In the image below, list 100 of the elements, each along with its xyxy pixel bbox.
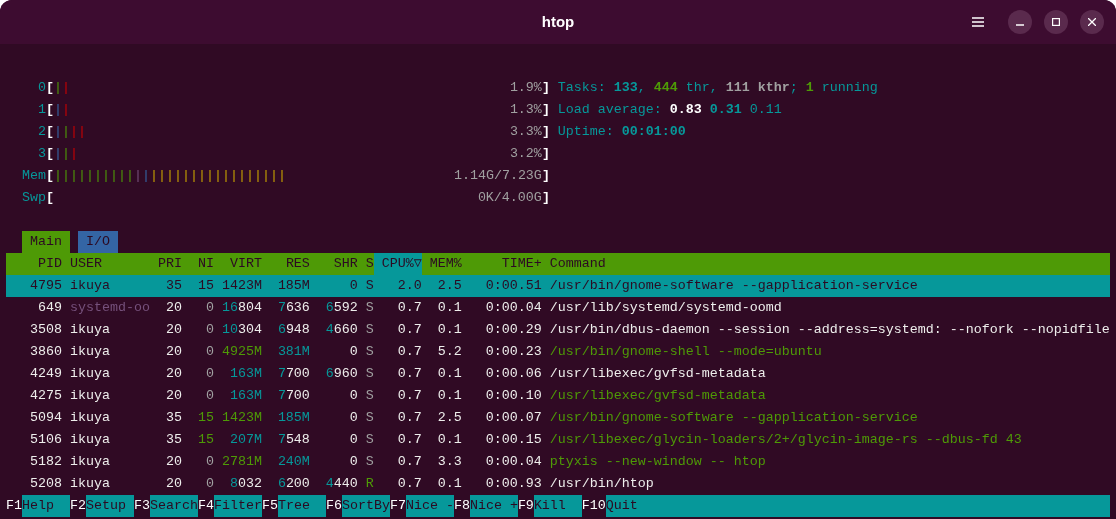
user-cell-text: ikuya (69, 387, 111, 405)
command-cell-text: /usr/lib/systemd/systemd-oomd (549, 299, 783, 317)
command-cell-text: /usr/bin/dbus-daemon --session --address=systemd: --nofork --nopidfile (549, 321, 1110, 339)
mem-cell-text: 0.1 (436, 387, 462, 405)
pid-cell-text: 5208 (29, 475, 62, 493)
minimize-button[interactable] (1008, 10, 1032, 34)
function-key-button[interactable]: Setup (86, 495, 134, 517)
user-cell-text: ikuya (69, 409, 111, 427)
tab[interactable]: Main (22, 231, 70, 253)
pid-cell-text: 3508 (29, 321, 62, 339)
pid-cell-text: 3860 (29, 343, 62, 361)
nice-cell-text: 0 (204, 321, 214, 339)
nice-cell-text: 15 (196, 431, 214, 449)
process-row[interactable]: 3860 ikuya 20 0 4925M 381M 0 S 0.7 5.2 0:00.23 /usr/bin/gnome-shell --mode=ubuntu (6, 341, 1110, 363)
function-key-button[interactable]: Search (149, 495, 198, 517)
function-key-button[interactable]: Nice + (469, 495, 518, 517)
mem-cell-text: 5.2 (436, 343, 462, 361)
shr-cell-text: 0 (348, 453, 358, 471)
shr-cell-text: 0 (348, 409, 358, 427)
column-heading[interactable]: NI (181, 253, 214, 275)
process-row[interactable]: 3508 ikuya 20 0 10304 6948 4660 S 0.7 0.1 0:00.29 /usr/bin/dbus-daemon --session --address=systemd: --nofork --nopidfile (6, 319, 1110, 341)
shr-cell-text: 0 (348, 277, 358, 295)
cpu-cell-text: 0.7 (396, 299, 422, 317)
pid-cell-text: 5106 (29, 431, 62, 449)
cpu-cell-text: 0.7 (396, 431, 422, 449)
summary-line: Load average: 0.83 0.31 0.11 (557, 101, 783, 119)
column-heading[interactable]: MEM% (421, 253, 462, 275)
column-heading[interactable]: PRI (149, 253, 182, 275)
state-cell-text: S (364, 321, 374, 339)
mem-cell-text: 0.1 (436, 299, 462, 317)
process-row[interactable]: 4795 ikuya 35 15 1423M 185M 0 S 2.0 2.5 0:00.51 /usr/bin/gnome-software --gapplication-service (6, 275, 1110, 297)
user-cell-text: ikuya (69, 453, 111, 471)
meter-bracket: [ (46, 145, 54, 163)
function-key-button[interactable]: Help (22, 495, 70, 517)
command-cell-text: /usr/bin/gnome-shell --mode=ubuntu (549, 343, 823, 361)
process-row[interactable]: 649 systemd-oo 20 0 16804 7636 6592 S 0.7 0.1 0:00.04 /usr/lib/systemd/systemd-oomd (6, 297, 1110, 319)
priority-cell-text: 20 (164, 453, 182, 471)
function-key-button[interactable]: Tree (277, 495, 326, 517)
res-cell-text: 7700 (276, 387, 310, 405)
mem-cell-text: 3.3 (436, 453, 462, 471)
meter-bracket: [ (46, 123, 54, 141)
function-key-button[interactable]: Kill (533, 495, 582, 517)
column-heading[interactable]: VIRT (213, 253, 262, 275)
virt-cell-text: 16804 (220, 299, 262, 317)
virt-cell-text: 8032 (228, 475, 262, 493)
process-row[interactable]: 4249 ikuya 20 0 163M 7700 6960 S 0.7 0.1 0:00.06 /usr/libexec/gvfsd-metadata (6, 363, 1110, 385)
close-button[interactable] (1080, 10, 1104, 34)
res-cell-text: 7548 (276, 431, 310, 449)
meter-bars: ||| (54, 143, 78, 165)
column-heading[interactable]: SHR (309, 253, 358, 275)
column-heading[interactable]: Command (549, 253, 1110, 275)
process-row[interactable]: 4275 ikuya 20 0 163M 7700 0 S 0.7 0.1 0:00.10 /usr/libexec/gvfsd-metadata (6, 385, 1110, 407)
shr-cell-text: 6960 (324, 365, 358, 383)
mem-cell-text: 2.5 (436, 277, 462, 295)
function-key-button[interactable]: Quit (605, 495, 1110, 517)
mem-cell-text: 0.1 (436, 365, 462, 383)
user-cell-text: ikuya (69, 343, 111, 361)
user-cell-text: ikuya (69, 277, 111, 295)
meter-bracket: [ (46, 167, 54, 185)
tab[interactable]: I/O (77, 231, 118, 253)
meter-label: Swp (21, 189, 46, 207)
virt-cell-text: 207M (228, 431, 262, 449)
shr-cell-text: 0 (348, 387, 358, 405)
column-heading[interactable]: CPU%▽ (373, 253, 422, 275)
cpu-cell-text: 0.7 (396, 475, 422, 493)
meter-label: 1 (37, 101, 46, 119)
maximize-icon (1052, 18, 1060, 26)
state-cell-text: S (364, 365, 374, 383)
function-key: F2 (70, 495, 86, 517)
column-heading[interactable]: TIME+ (461, 253, 542, 275)
res-cell-text: 185M (276, 409, 310, 427)
column-heading[interactable]: PID (6, 253, 62, 275)
column-heading[interactable]: RES (261, 253, 310, 275)
time-cell-text: 0:00.06 (484, 365, 542, 383)
pid-cell-text: 649 (37, 299, 62, 317)
meter-bracket: ] (541, 79, 550, 97)
column-heading[interactable]: S (357, 253, 374, 275)
nice-cell-text: 0 (204, 387, 214, 405)
res-cell-text: 7636 (276, 299, 310, 317)
function-key-button[interactable]: Nice - (405, 495, 454, 517)
pid-cell-text: 4275 (29, 387, 62, 405)
pid-cell-text: 4249 (29, 365, 62, 383)
process-row[interactable]: 5106 ikuya 35 15 207M 7548 0 S 0.7 0.1 0:00.15 /usr/libexec/glycin-loaders/2+/glycin-image-rs --dbus-fd 43 (6, 429, 1110, 451)
time-cell-text: 0:00.29 (484, 321, 542, 339)
function-key: F5 (261, 495, 278, 517)
function-key-button[interactable]: SortBy (341, 495, 390, 517)
close-icon (1088, 18, 1096, 26)
process-row[interactable]: 5208 ikuya 20 0 8032 6200 4440 R 0.7 0.1 0:00.93 /usr/bin/htop (6, 473, 1110, 495)
priority-cell-text: 20 (164, 343, 182, 361)
meter-bracket: [ (46, 101, 54, 119)
process-row[interactable]: 5094 ikuya 35 15 1423M 185M 0 S 0.7 2.5 0:00.07 /usr/bin/gnome-software --gapplication-service (6, 407, 1110, 429)
meter-bars: || (54, 99, 70, 121)
process-row[interactable]: 5182 ikuya 20 0 2781M 240M 0 S 0.7 3.3 0:00.04 ptyxis --new-window -- htop (6, 451, 1110, 473)
command-cell-text: /usr/bin/gnome-software --gapplication-service (549, 277, 919, 295)
maximize-button[interactable] (1044, 10, 1068, 34)
column-heading[interactable]: USER (69, 253, 150, 275)
command-cell-text: /usr/bin/gnome-software --gapplication-service (549, 409, 919, 427)
state-cell-text: S (364, 343, 374, 361)
meter-value: 3.3% (509, 123, 542, 141)
pid-cell-text: 4795 (29, 277, 62, 295)
